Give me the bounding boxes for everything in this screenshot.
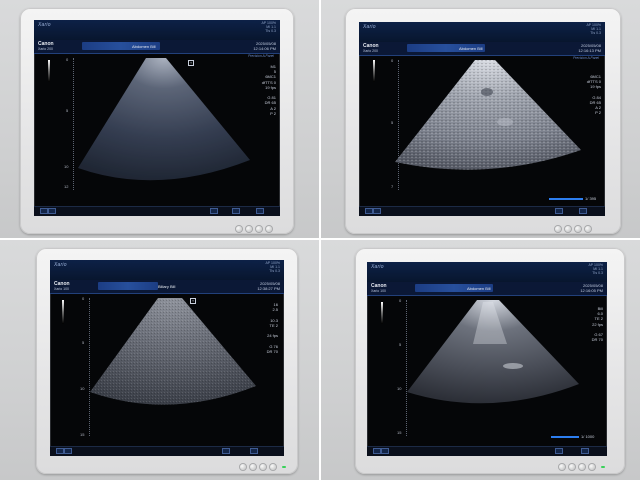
control-icon <box>373 448 381 454</box>
grayscale-bar <box>373 60 375 82</box>
power-led <box>601 466 605 468</box>
hardware-button <box>569 464 575 470</box>
hardware-button <box>559 464 565 470</box>
depth-ruler <box>406 300 408 436</box>
depth-ruler <box>73 58 75 190</box>
hardware-button <box>260 464 266 470</box>
depth-ruler <box>89 298 91 436</box>
control-icon <box>222 448 230 454</box>
ultrasound-image <box>395 60 581 170</box>
control-icon <box>256 208 264 214</box>
cine-progress <box>551 436 579 438</box>
bottom-bar <box>34 206 280 216</box>
hardware-button <box>270 464 276 470</box>
depth-label: 15 <box>397 430 402 435</box>
hardware-button <box>579 464 585 470</box>
hardware-button <box>585 226 591 232</box>
hardware-button <box>256 226 262 232</box>
depth-label: 5 <box>82 340 85 345</box>
control-icon <box>555 448 563 454</box>
cine-frame-label: 1/ 1000 <box>581 434 595 439</box>
depth-label: 0 <box>399 298 402 303</box>
ultrasound-image <box>407 300 579 404</box>
imaging-params: 6MC1 dfTTS 0 19 fps G 84 DR 65 A 2 P 2 <box>586 74 601 116</box>
hardware-button <box>250 464 256 470</box>
hardware-button <box>266 226 272 232</box>
ultrasound-image <box>78 58 250 181</box>
depth-label: 0 <box>82 296 85 301</box>
depth-label: 5 <box>391 120 394 125</box>
control-icon <box>48 208 56 214</box>
control-icon <box>579 208 587 214</box>
control-icon <box>40 208 48 214</box>
depth-label: 7 <box>391 184 394 189</box>
ultrasound-screen: Xario AP 100% MI 1.1 TIs 0.3 Canon Xario… <box>367 262 607 456</box>
monitor-photo-bottom-right: Xario AP 100% MI 1.1 TIs 0.3 Canon Xario… <box>321 240 640 480</box>
ultrasound-screen: Xario AP 100% MI 1.1 TIs 0.3 Canon Xario… <box>50 260 284 456</box>
depth-label: 0 <box>66 57 69 62</box>
control-icon <box>56 448 64 454</box>
hardware-button <box>565 226 571 232</box>
focus-marker: T <box>188 60 194 66</box>
imaging-params: M1 5 6MC1 dfTTS 0 19 fps G 81 DR 65 A 2 … <box>261 64 276 116</box>
hardware-button <box>240 464 246 470</box>
hardware-button <box>246 226 252 232</box>
imaging-params: 16 2.5 10.3 TE 2 24 fps G 76 DR 70 <box>266 302 278 354</box>
bottom-bar <box>50 446 284 456</box>
control-icon <box>250 448 258 454</box>
depth-label: 10 <box>80 386 85 391</box>
imaging-params: Bill 6.0 TE 2 22 fps G 67 DR 70 <box>591 306 603 343</box>
ultrasound-image <box>90 298 256 405</box>
grayscale-bar <box>381 302 383 324</box>
bottom-bar <box>367 446 607 456</box>
depth-label: 12 <box>64 184 69 189</box>
control-icon <box>381 448 389 454</box>
grayscale-bar <box>48 60 50 82</box>
control-icon <box>64 448 72 454</box>
grayscale-bar <box>62 300 64 324</box>
hardware-button <box>589 464 595 470</box>
hardware-button <box>555 226 561 232</box>
monitor-photo-top-left: Xario AP 100% MI 1.1 TIs 0.3 Canon Xario… <box>0 0 319 238</box>
hardware-button <box>236 226 242 232</box>
focus-marker: T <box>190 298 196 304</box>
depth-label: 0 <box>391 58 394 63</box>
power-led <box>282 466 286 468</box>
control-icon <box>581 448 589 454</box>
hardware-button <box>575 226 581 232</box>
cine-frame-label: 1/ 395 <box>585 196 597 201</box>
control-icon <box>232 208 240 214</box>
control-icon <box>555 208 563 214</box>
ultrasound-screen: Xario AP 100% MI 1.1 TIs 0.3 Canon Xario… <box>34 20 280 216</box>
depth-label: 5 <box>399 342 402 347</box>
monitor-photo-top-right: Xario AP 100% MI 1.1 TIs 0.3 Canon Xario… <box>321 0 640 238</box>
depth-label: 15 <box>80 432 85 437</box>
control-icon <box>210 208 218 214</box>
control-icon <box>373 208 381 214</box>
depth-ruler <box>398 60 400 190</box>
depth-label: 10 <box>64 164 69 169</box>
depth-label: 5 <box>66 108 69 113</box>
control-icon <box>365 208 373 214</box>
ultrasound-screen: Xario AP 100% MI 1.1 TIs 0.3 Canon Xario… <box>359 22 605 216</box>
bottom-bar <box>359 206 605 216</box>
monitor-photo-bottom-left: Xario AP 100% MI 1.1 TIs 0.3 Canon Xario… <box>0 240 319 480</box>
depth-label: 10 <box>397 386 402 391</box>
cine-progress <box>549 198 583 200</box>
